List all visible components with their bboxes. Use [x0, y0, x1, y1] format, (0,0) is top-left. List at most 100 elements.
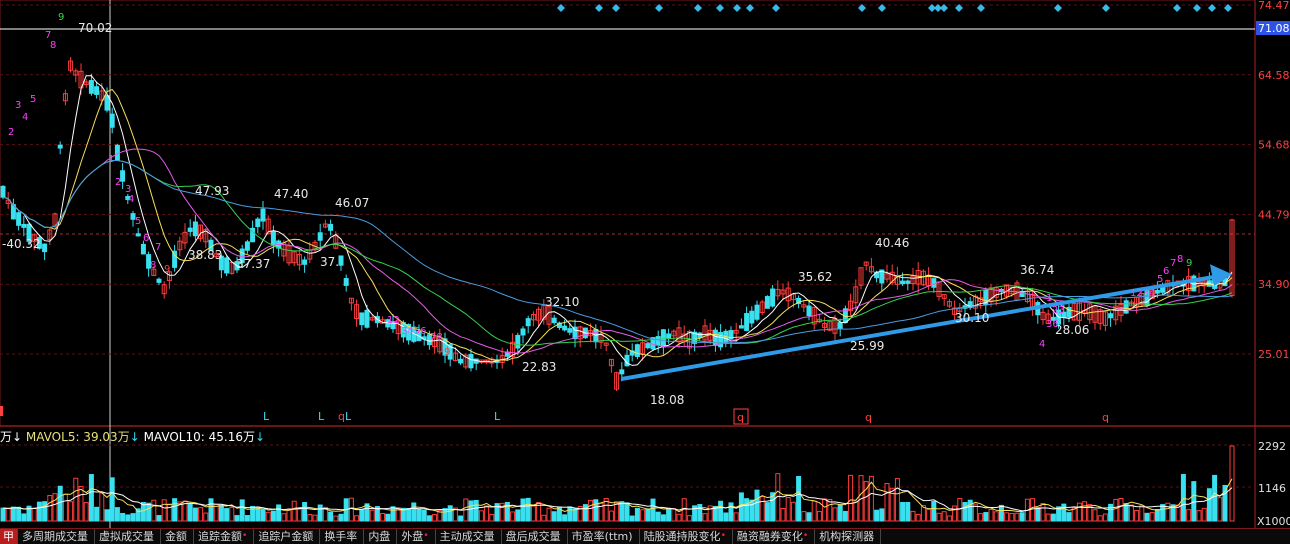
sequence-number: 8: [50, 40, 56, 51]
sequence-number: 4: [1039, 339, 1045, 350]
volume-bar: [978, 513, 984, 522]
candle-body: [562, 325, 568, 331]
volume-bar: [993, 511, 999, 522]
candle-body: [16, 212, 22, 226]
price-label: 47.93: [195, 184, 229, 198]
volume-bar: [551, 511, 557, 522]
volume-bar: [848, 474, 854, 522]
candle-body: [42, 243, 48, 253]
volume-bar: [1206, 488, 1212, 522]
candle-body: [21, 223, 27, 228]
tab-2[interactable]: 虚拟成交量: [95, 529, 161, 544]
volume-bar: [317, 504, 323, 522]
candle-body: [156, 278, 162, 283]
volume-unit: 万↓: [0, 430, 23, 444]
sequence-number: 4: [128, 194, 134, 205]
volume-bar: [187, 503, 193, 522]
volume-bar: [478, 510, 484, 522]
tab-label: 追踪金额: [198, 530, 242, 543]
signal-marker: qL: [338, 410, 352, 423]
volume-bar: [52, 493, 58, 522]
tab-5[interactable]: 追踪户金额: [254, 529, 321, 544]
volume-tick-label: 1146: [1258, 482, 1286, 495]
candle-body: [634, 344, 640, 357]
volume-bar: [515, 509, 521, 522]
volume-bar: [390, 506, 396, 522]
volume-bar: [296, 508, 302, 522]
volume-bar: [1045, 513, 1051, 522]
signal-marker: L: [318, 410, 325, 423]
volume-bar: [1186, 509, 1192, 522]
volume-bar: [432, 514, 438, 522]
price-tick-label: 34.90: [1258, 278, 1290, 291]
tab-8[interactable]: 外盘•: [397, 529, 436, 544]
tab-12[interactable]: 陆股通持股变化•: [640, 529, 733, 544]
sequence-number: 5: [30, 94, 36, 105]
volume-bar: [868, 475, 874, 522]
volume-bar: [1191, 481, 1197, 522]
tab-label: 金额: [165, 530, 187, 543]
price-label: 28.06: [1055, 323, 1089, 337]
tab-1[interactable]: 多周期成交量: [18, 529, 95, 544]
volume-bar: [348, 497, 354, 522]
volume-bar: [1128, 504, 1134, 522]
tab-11[interactable]: 市盈率(ttm): [568, 529, 640, 544]
candle-body: [619, 369, 625, 375]
volume-bar: [608, 510, 614, 522]
tab-7[interactable]: 内盘: [364, 529, 398, 544]
candle-body: [744, 313, 750, 331]
volume-bar: [1009, 512, 1015, 522]
tab-10[interactable]: 盘后成交量: [502, 529, 568, 544]
tab-4[interactable]: 追踪金额•: [194, 529, 255, 544]
candle-body: [837, 322, 843, 329]
candle-body: [697, 332, 703, 339]
candle-body: [88, 80, 94, 94]
left-marker: [0, 406, 3, 416]
tab-3[interactable]: 金额: [161, 529, 194, 544]
tab-0[interactable]: 甲: [0, 529, 18, 544]
candle-body: [655, 336, 661, 346]
volume-bar: [416, 508, 422, 522]
sequence-number: 6: [1163, 266, 1169, 277]
volume-bar: [229, 506, 235, 522]
volume-bar: [811, 500, 817, 522]
volume-bar: [593, 499, 599, 522]
volume-bar: [879, 508, 885, 522]
volume-bar: [676, 513, 682, 522]
volume-bar: [1196, 510, 1202, 522]
volume-bar: [234, 515, 240, 522]
volume-bar: [1014, 512, 1020, 522]
tab-6[interactable]: 换手率: [320, 529, 365, 544]
price-label: 47.40: [274, 187, 308, 201]
volume-bar: [291, 500, 297, 522]
candle-body: [364, 309, 370, 328]
volume-bar: [702, 513, 708, 522]
sequence-number: 1: [1046, 293, 1052, 304]
volume-bar: [1149, 512, 1155, 522]
volume-bar: [546, 507, 552, 522]
volume-bar: [156, 515, 162, 522]
volume-bar: [1139, 505, 1145, 522]
sequence-number: 5: [135, 216, 141, 227]
sequence-number: 23: [1052, 305, 1065, 316]
volume-bar: [1229, 445, 1235, 522]
tab-13[interactable]: 融资融券变化•: [733, 529, 816, 544]
price-label: 46.07: [335, 196, 369, 210]
volume-bar: [567, 506, 573, 522]
tab-label: 多周期成交量: [22, 530, 88, 543]
tab-14[interactable]: 机构探测器: [815, 529, 882, 544]
volume-bar: [894, 478, 900, 522]
volume-bar: [634, 507, 640, 522]
volume-bar: [94, 506, 100, 522]
volume-bar: [718, 500, 724, 522]
stock-chart[interactable]: 25.01 34.90 44.79 54.68 64.58 74.47 71.08 2292 1…: [0, 0, 1290, 543]
volume-bar: [312, 514, 318, 522]
volume-bar: [120, 512, 126, 522]
price-label: 25.99: [850, 339, 884, 353]
volume-bar: [733, 512, 739, 522]
tab-dot-icon: •: [720, 531, 726, 541]
trend-arrow-line: [621, 274, 1219, 381]
candle-body: [224, 257, 230, 274]
tab-9[interactable]: 主动成交量: [436, 529, 502, 544]
volume-bar: [1102, 513, 1108, 522]
